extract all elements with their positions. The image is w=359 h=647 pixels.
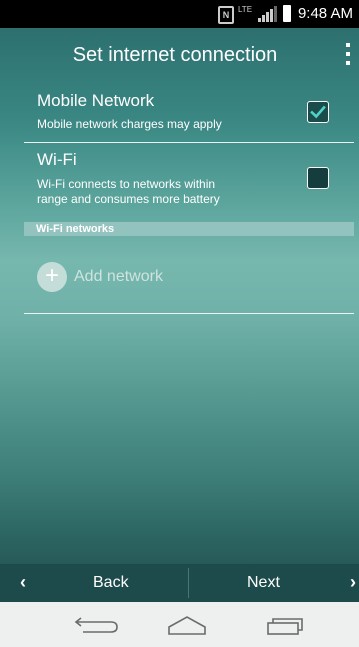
- add-icon: +: [37, 262, 67, 292]
- back-button[interactable]: Back: [93, 574, 129, 592]
- bottom-action-bar: ‹ Back Next ›: [0, 564, 359, 602]
- page-title: Set internet connection: [72, 44, 278, 66]
- mobile-network-title: Mobile Network: [37, 91, 155, 110]
- checkmark-icon: [310, 105, 326, 119]
- status-bar: N LTE 9:48 AM: [0, 0, 359, 28]
- status-time: 9:48 AM: [297, 5, 353, 22]
- battery-icon: [283, 5, 291, 22]
- mobile-network-checkbox[interactable]: [307, 101, 329, 123]
- wifi-networks-header: Wi-Fi networks: [24, 222, 354, 236]
- chevron-right-icon: ›: [350, 572, 356, 592]
- navigation-bar: [0, 602, 359, 647]
- wifi-title: Wi-Fi: [37, 150, 77, 169]
- mobile-network-subtitle: Mobile network charges may apply: [37, 117, 222, 131]
- next-button[interactable]: Next: [247, 574, 280, 592]
- add-network-label: Add network: [74, 268, 163, 285]
- setup-screen: N LTE 9:48 AM Set internet connection Mo…: [0, 0, 359, 647]
- recents-nav-icon[interactable]: [265, 615, 305, 637]
- home-nav-icon[interactable]: [166, 615, 208, 637]
- lte-data-icon: LTE: [237, 5, 253, 14]
- wifi-subtitle-line1: Wi-Fi connects to networks within: [37, 177, 216, 191]
- nfc-icon: N: [218, 6, 234, 24]
- back-nav-icon[interactable]: [73, 614, 121, 636]
- wifi-networks-header-label: Wi-Fi networks: [36, 223, 115, 235]
- overflow-menu-icon[interactable]: [342, 40, 354, 68]
- button-separator: [188, 568, 189, 598]
- wifi-checkbox[interactable]: [307, 167, 329, 189]
- divider: [24, 313, 354, 314]
- divider: [24, 142, 354, 143]
- signal-icon: [258, 6, 278, 22]
- wifi-subtitle-line2: range and consumes more battery: [37, 192, 220, 206]
- chevron-left-icon: ‹: [20, 572, 26, 592]
